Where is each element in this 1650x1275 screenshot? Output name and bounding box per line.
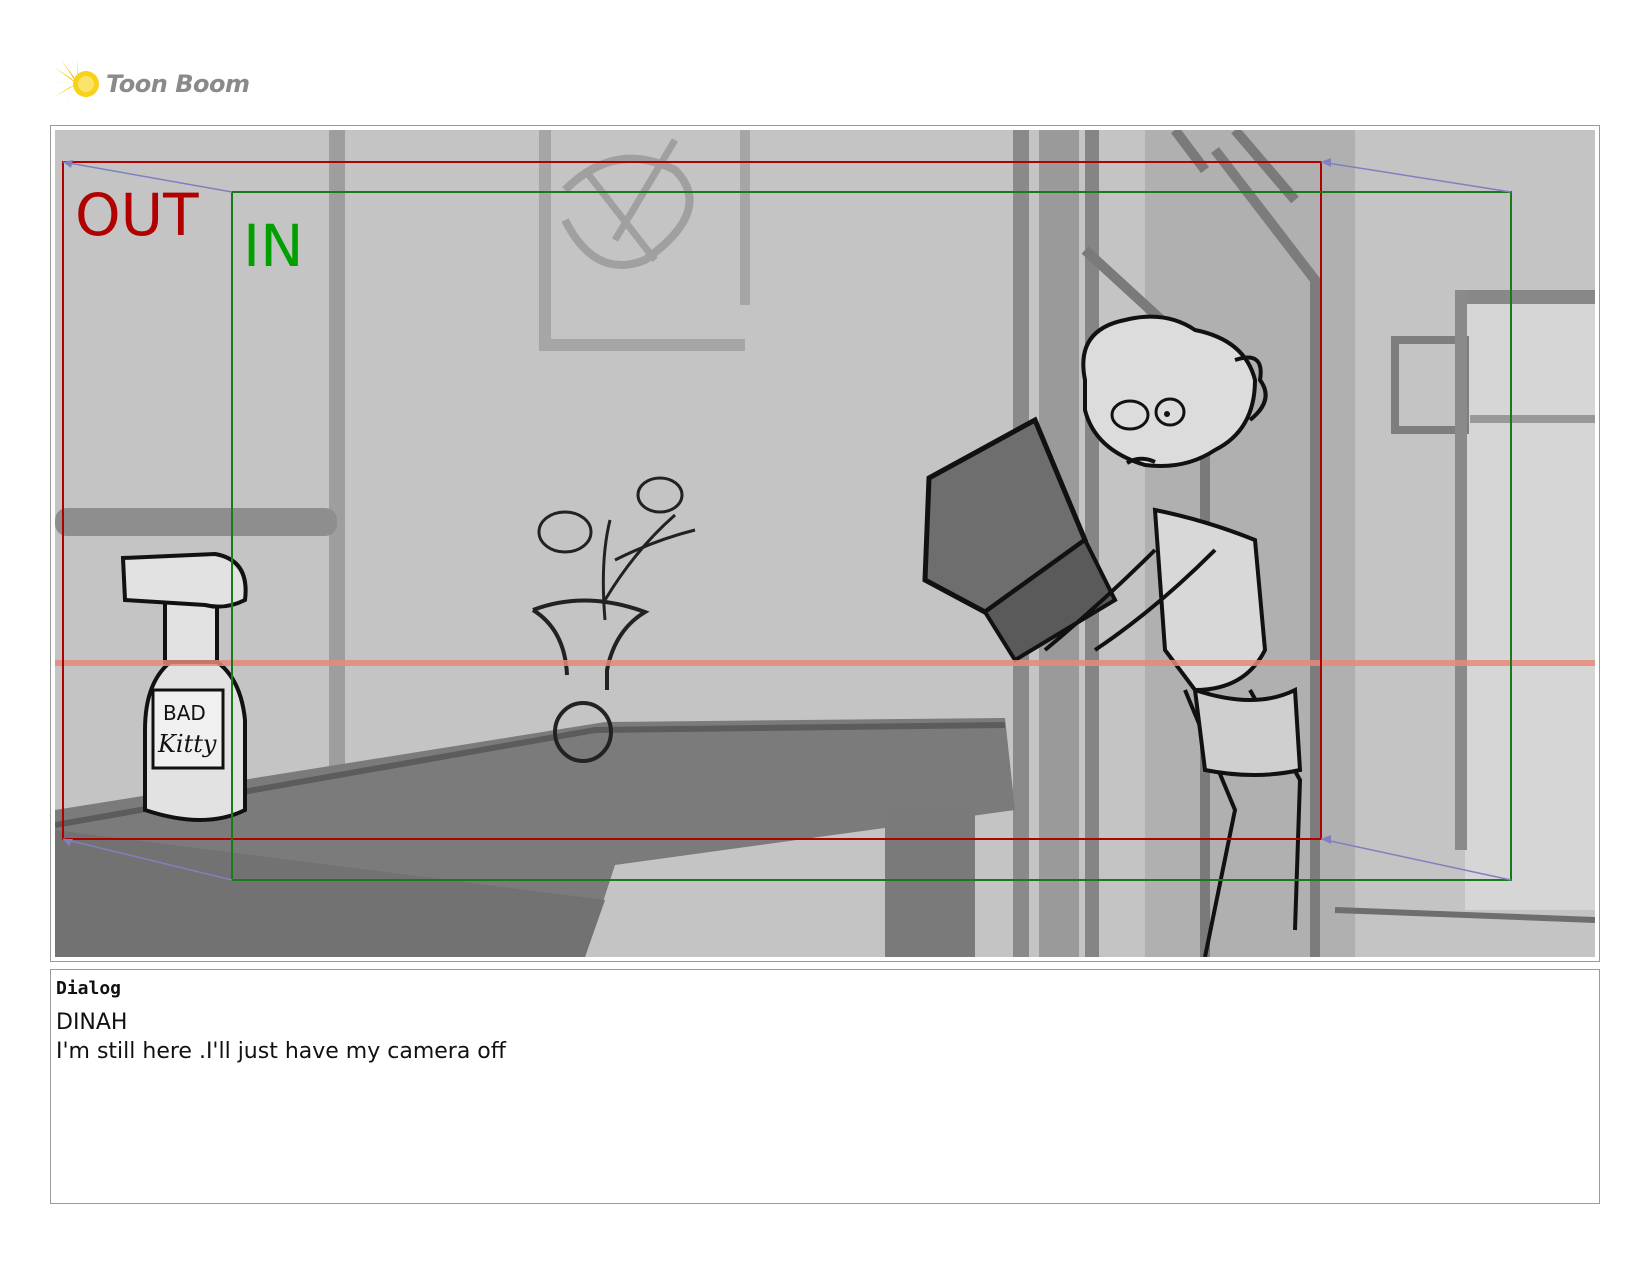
storyboard-panel: BAD Kitty OUT IN	[50, 125, 1600, 962]
logo-text: Toon Boom	[106, 70, 250, 98]
in-frame-label: IN	[243, 212, 304, 280]
bottle-label-bad: BAD	[163, 701, 206, 725]
dialog-section-label: Dialog	[56, 978, 122, 999]
bottle-label-kitty: Kitty	[157, 730, 217, 758]
out-frame-label: OUT	[75, 181, 199, 249]
toon-boom-logo: Toon Boom	[52, 56, 252, 112]
dialog-speaker: DINAH	[56, 1010, 128, 1035]
starburst-logo-icon	[52, 59, 102, 109]
panel-drawing: BAD Kitty OUT IN	[55, 130, 1595, 957]
dialog-line: I'm still here .I'll just have my camera…	[56, 1039, 506, 1064]
dialog-section: Dialog DINAH I'm still here .I'll just h…	[50, 969, 1600, 1204]
